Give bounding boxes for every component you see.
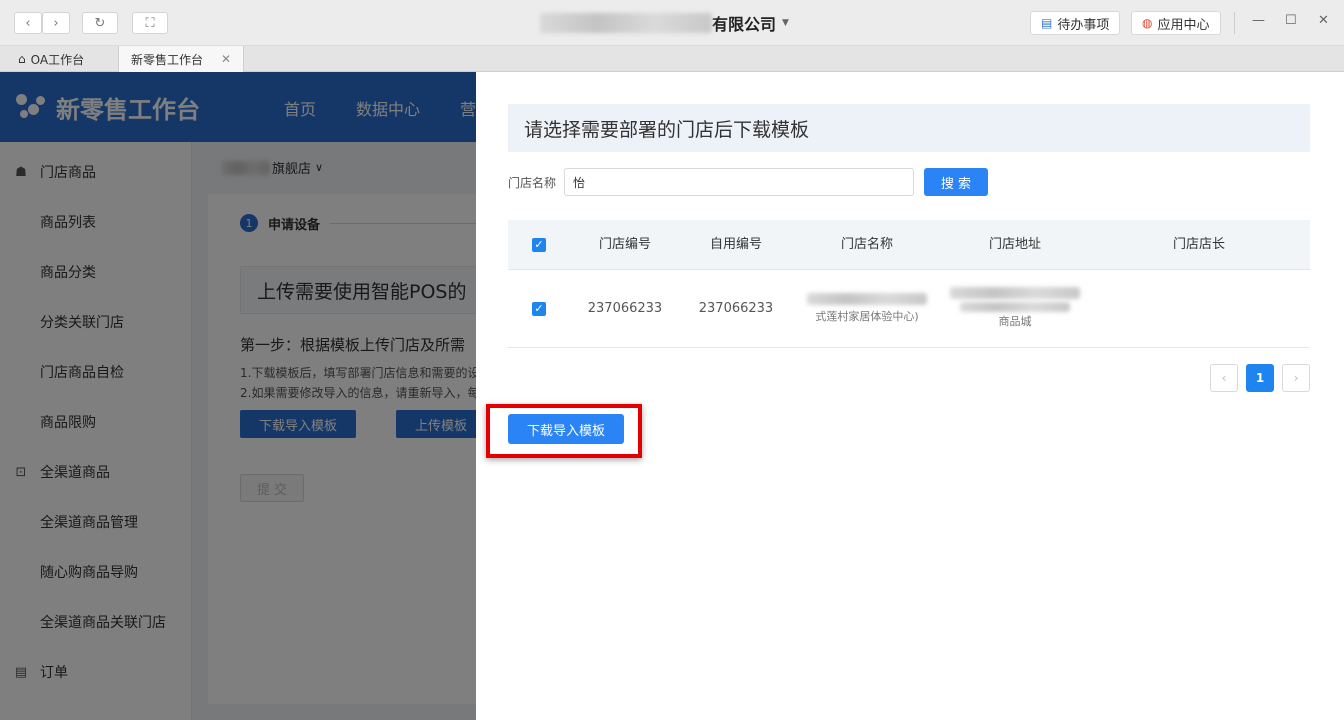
address-redacted-2	[960, 302, 1070, 312]
search-button[interactable]: 搜 索	[924, 168, 988, 196]
company-name-suffix: 有限公司	[712, 15, 777, 34]
select-all-checkbox[interactable]: ✓	[532, 237, 546, 252]
maximize-icon[interactable]: ☐	[1285, 13, 1297, 28]
cell-store-name: 式莲村家居体验中心)	[792, 270, 942, 347]
store-name-visible: 式莲村家居体验中心)	[815, 309, 919, 323]
back-icon[interactable]: ‹	[14, 12, 42, 34]
table-row[interactable]: ✓ 237066233 237066233 式莲村家居体验中心) 商品城	[508, 270, 1310, 348]
table-header: ✓ 门店编号 自用编号 门店名称 门店地址 门店店长	[508, 220, 1310, 270]
address-visible: 商品城	[998, 315, 1032, 328]
titlebar-divider	[1234, 12, 1235, 34]
col-store-manager: 门店店长	[1172, 236, 1225, 252]
caret-down-icon: ▼	[782, 18, 789, 28]
col-store-address: 门店地址	[988, 236, 1041, 252]
row-select-cell: ✓	[508, 270, 570, 347]
todo-icon: ▤	[1041, 16, 1053, 30]
minimize-icon[interactable]: —	[1252, 13, 1265, 28]
forward-icon[interactable]: ›	[42, 12, 70, 34]
search-label: 门店名称	[508, 176, 557, 190]
app-center-icon: ◍	[1142, 16, 1153, 30]
tab-close-icon[interactable]: ✕	[221, 52, 231, 66]
app-center-label: 应用中心	[1157, 17, 1210, 33]
store-name-redacted	[807, 292, 927, 305]
home-icon: ⌂	[18, 52, 26, 66]
app-center-button[interactable]: ◍ 应用中心	[1131, 11, 1221, 35]
todo-button[interactable]: ▤ 待办事项	[1030, 11, 1121, 35]
fullscreen-icon[interactable]: ⛶	[132, 12, 168, 34]
company-name-redacted	[540, 13, 712, 33]
download-template-button[interactable]: 下载导入模板	[508, 414, 624, 444]
refresh-icon[interactable]: ↻	[82, 12, 118, 34]
col-store-no: 门店编号	[598, 236, 651, 252]
next-page-icon[interactable]: ›	[1282, 364, 1310, 392]
row-checkbox[interactable]: ✓	[532, 301, 546, 316]
cell-store-manager	[1088, 270, 1310, 347]
todo-label: 待办事项	[1057, 17, 1110, 33]
tab-bar: ⌂ OA工作台 新零售工作台 ✕	[0, 46, 1344, 72]
cell-store-address: 商品城	[942, 270, 1088, 347]
col-store-name: 门店名称	[840, 236, 893, 252]
address-redacted-1	[950, 287, 1080, 299]
company-switcher[interactable]: 有限公司 ▼	[540, 12, 789, 34]
window-titlebar: ‹ › ↻ ⛶ 有限公司 ▼ ▤ 待办事项 ◍ 应用中心 — ☐ ✕	[0, 0, 1344, 46]
tab-label: 新零售工作台	[131, 52, 204, 67]
store-name-search-input[interactable]	[564, 168, 914, 196]
close-icon[interactable]: ✕	[1318, 13, 1329, 28]
tab-oa-workbench[interactable]: ⌂ OA工作台	[6, 46, 96, 72]
tab-new-retail-workbench[interactable]: 新零售工作台 ✕	[118, 46, 245, 72]
drawer-title: 请选择需要部署的门店后下载模板	[508, 104, 1310, 152]
store-select-drawer: 请选择需要部署的门店后下载模板 门店名称 搜 索 ✓ 门店编号 自用编号 门店名…	[476, 72, 1344, 720]
col-self-no: 自用编号	[709, 236, 762, 252]
cell-self-no: 237066233	[698, 300, 774, 316]
prev-page-icon[interactable]: ‹	[1210, 364, 1238, 392]
select-all-cell: ✓	[508, 220, 570, 269]
cell-store-no: 237066233	[587, 300, 663, 316]
tab-label: OA工作台	[30, 52, 85, 67]
page-1-button[interactable]: 1	[1246, 364, 1274, 392]
